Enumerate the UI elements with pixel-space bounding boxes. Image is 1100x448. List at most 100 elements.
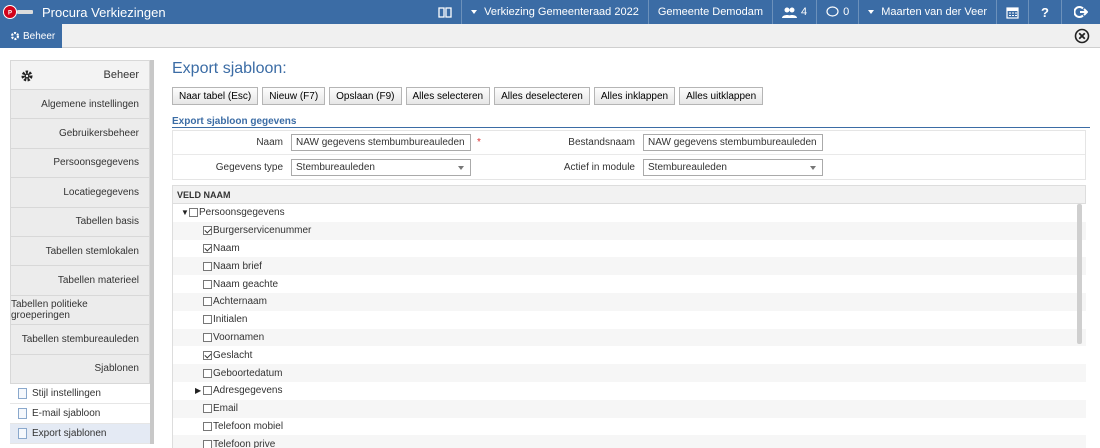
sidebar-item-tabellen-basis[interactable]: Tabellen basis xyxy=(10,207,150,237)
help-button[interactable]: ? xyxy=(1028,0,1061,24)
bestandsnaam-input[interactable]: NAW gegevens stembumbureauleden xyxy=(643,134,823,151)
required-mark: * xyxy=(477,137,481,148)
tree-row-label: Telefoon mobiel xyxy=(213,420,284,432)
users-icon xyxy=(782,7,797,18)
top-bar: P Procura Verkiezingen Verkiezing Gemeen… xyxy=(0,0,1100,24)
tree-row[interactable]: Burgerservicenummer xyxy=(173,221,1086,240)
sidebar-item-tabellen-materieel[interactable]: Tabellen materieel xyxy=(10,266,150,296)
checkbox[interactable] xyxy=(203,315,212,325)
sidebar-item-tabellen-stembureauleden[interactable]: Tabellen stembureauleden xyxy=(10,325,150,355)
sidebar-item-label: Sjablonen xyxy=(94,363,139,375)
sidebar-item-locatiegegevens[interactable]: Locatiegegevens xyxy=(10,178,150,208)
sidebar-item-persoonsgegevens[interactable]: Persoonsgegevens xyxy=(10,148,150,179)
election-selector[interactable]: Verkiezing Gemeenteraad 2022 xyxy=(461,0,648,24)
page-title: Export sjabloon: xyxy=(172,60,287,77)
checkbox[interactable] xyxy=(203,404,212,414)
alles-selecteren-button[interactable]: Alles selecteren xyxy=(405,87,491,105)
tab-beheer[interactable]: Beheer xyxy=(0,24,62,48)
sub-bar: Beheer xyxy=(0,24,1100,48)
checkbox[interactable] xyxy=(203,332,212,342)
checkbox[interactable] xyxy=(203,226,212,236)
checkbox[interactable] xyxy=(203,350,212,360)
calendar-button[interactable] xyxy=(996,0,1028,24)
sidebar-item-algemene-instellingen[interactable]: Algemene instellingen xyxy=(10,90,150,120)
bestandsnaam-label: Bestandsnaam xyxy=(568,137,635,148)
tree-row[interactable]: Geboortedatum xyxy=(173,364,1086,382)
expand-icon[interactable]: ▶ xyxy=(195,386,203,395)
sidebar-item-sjablonen[interactable]: Sjablonen xyxy=(10,354,150,384)
tree-row[interactable]: Achternaam xyxy=(173,292,1086,311)
nieuw-button[interactable]: Nieuw (F7) xyxy=(262,87,326,105)
election-label: Verkiezing Gemeenteraad 2022 xyxy=(484,6,639,18)
sidebar-item-tabellen-stemlokalen[interactable]: Tabellen stemlokalen xyxy=(10,236,150,267)
close-button[interactable] xyxy=(1074,28,1090,44)
checkbox[interactable] xyxy=(203,261,212,271)
tree-row[interactable]: Email xyxy=(173,399,1086,418)
chevron-down-icon xyxy=(810,165,816,170)
gegevens-type-value: Stembureauleden xyxy=(296,161,375,173)
opslaan-button[interactable]: Opslaan (F9) xyxy=(329,87,402,105)
tree-row[interactable]: Initialen xyxy=(173,311,1086,329)
procura-logo: P xyxy=(0,0,38,24)
checkbox[interactable] xyxy=(203,386,212,396)
tree-row[interactable]: Naam geachte xyxy=(173,275,1086,293)
toolbar: Naar tabel (Esc) Nieuw (F7) Opslaan (F9)… xyxy=(172,87,1090,105)
gegevens-type-select[interactable]: Stembureauleden xyxy=(291,158,471,176)
tree-row[interactable]: ▶ Adresgegevens xyxy=(173,382,1086,400)
tab-beheer-label: Beheer xyxy=(23,30,56,42)
tree-row[interactable]: Naam xyxy=(173,240,1086,258)
section-title: Export sjabloon gegevens xyxy=(172,116,297,127)
app-title: Procura Verkiezingen xyxy=(42,4,166,20)
tree-row-label: Voornamen xyxy=(213,331,265,343)
gear-icon xyxy=(21,70,33,82)
naar-tabel-button[interactable]: Naar tabel (Esc) xyxy=(172,87,259,105)
tree-row[interactable]: Naam brief xyxy=(173,257,1086,276)
checkbox[interactable] xyxy=(203,368,212,378)
sidebar-subitem-label: Export sjablonen xyxy=(32,427,107,439)
template-form: Naam NAW gegevens stembumbureauleden * B… xyxy=(172,130,1086,180)
scrollbar[interactable] xyxy=(1077,204,1082,344)
users-button[interactable]: 4 xyxy=(772,0,816,24)
tree-row[interactable]: ▼ Persoonsgegevens xyxy=(173,204,1086,222)
sidebar-item-label: Locatiegegevens xyxy=(63,186,139,198)
logout-button[interactable] xyxy=(1061,0,1100,24)
collapse-icon[interactable]: ▼ xyxy=(181,208,189,217)
messages-button[interactable]: 0 xyxy=(816,0,858,24)
tree-row-label: Email xyxy=(213,403,239,415)
sidebar-item-label: Tabellen stemlokalen xyxy=(45,245,139,257)
gear-icon xyxy=(10,31,20,41)
tree-row[interactable]: Telefoon mobiel xyxy=(173,418,1086,436)
sidebar-subitem-label: Stijl instellingen xyxy=(32,387,101,399)
checkbox[interactable] xyxy=(203,243,212,253)
sidebar-subitem-stijl-instellingen[interactable]: Stijl instellingen xyxy=(10,384,150,404)
sidebar-header[interactable]: Beheer xyxy=(10,60,150,90)
sidebar-item-tabellen-politieke-groeperingen[interactable]: Tabellen politieke groeperingen xyxy=(10,295,150,326)
tree-row[interactable]: Voornamen xyxy=(173,328,1086,347)
sidebar-item-gebruikersbeheer[interactable]: Gebruikersbeheer xyxy=(10,119,150,149)
sidebar-item-label: Algemene instellingen xyxy=(41,98,139,110)
document-icon xyxy=(18,427,27,439)
checkbox[interactable] xyxy=(203,297,212,307)
tree-row[interactable]: Telefoon prive xyxy=(173,435,1086,448)
checkbox[interactable] xyxy=(189,208,198,218)
messages-count: 0 xyxy=(843,6,850,18)
sidebar-subitem-export-sjablonen[interactable]: Export sjablonen xyxy=(10,423,150,444)
checkbox[interactable] xyxy=(203,279,212,289)
user-menu[interactable]: Maarten van der Veer xyxy=(858,0,996,24)
alles-uitklappen-button[interactable]: Alles uitklappen xyxy=(679,87,764,105)
naam-input[interactable]: NAW gegevens stembumbureauleden xyxy=(291,134,471,151)
tree-row-label: Adresgegevens xyxy=(213,385,283,397)
sidebar-item-label: Persoonsgegevens xyxy=(53,157,139,169)
municipality-selector[interactable]: Gemeente Demodam xyxy=(647,0,772,24)
tree-row[interactable]: Geslacht xyxy=(173,346,1086,364)
sidebar-subitem-email-sjabloon[interactable]: E-mail sjabloon xyxy=(10,404,150,424)
checkbox[interactable] xyxy=(203,421,212,431)
tree-row-label: Achternaam xyxy=(213,296,267,308)
alles-inklappen-button[interactable]: Alles inklappen xyxy=(593,87,676,105)
gegevens-type-label: Gegevens type xyxy=(215,161,283,173)
alles-deselecteren-button[interactable]: Alles deselecteren xyxy=(494,87,590,105)
tree-row-label: Initialen xyxy=(213,314,248,326)
help-book-icon[interactable] xyxy=(429,0,461,24)
sidebar-item-label: Gebruikersbeheer xyxy=(58,128,139,140)
actief-in-module-select[interactable]: Stembureauleden xyxy=(643,158,823,176)
